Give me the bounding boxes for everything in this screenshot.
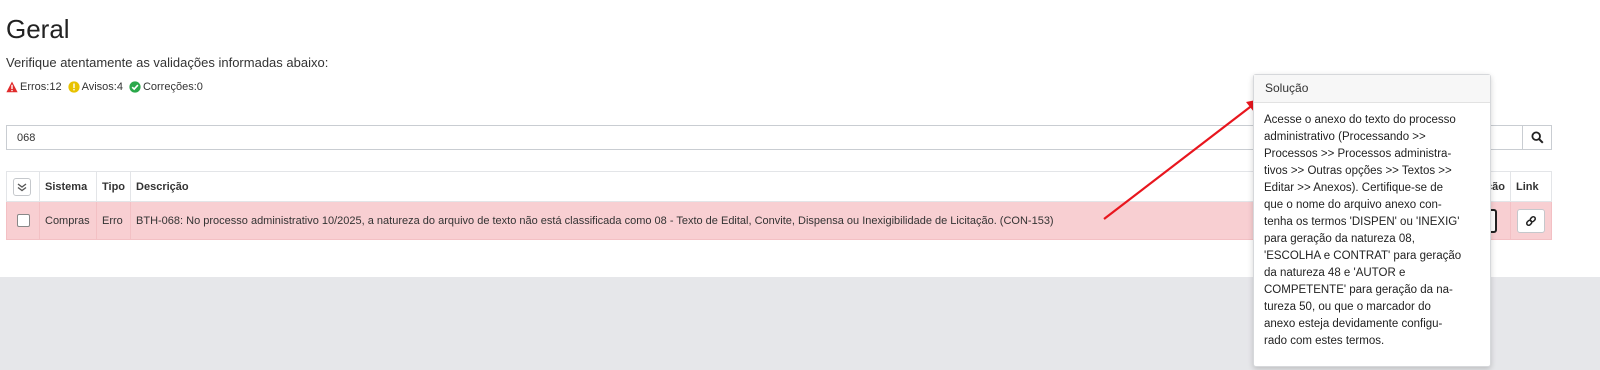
popover-line: tureza 50, ou que o marcador do <box>1264 301 1431 313</box>
row-select-cell <box>6 201 40 240</box>
corrections-stat: Correções:0 <box>129 81 203 93</box>
popover-line: que o nome do arquivo anexo con- <box>1264 199 1442 211</box>
select-all-button[interactable] <box>13 177 31 196</box>
row-link-cell <box>1510 201 1552 240</box>
row-type: Erro <box>95 201 132 240</box>
popover-line: tivos >> Outras opções >> Textos >> <box>1264 165 1452 177</box>
validation-summary: Erros:12 Avisos:4 Correções:0 <box>6 81 203 93</box>
select-all-header <box>6 171 40 202</box>
popover-line: rado com estes termos. <box>1264 335 1385 347</box>
header-link: Link <box>1510 171 1552 202</box>
popover-line: Processos >> Processos administra- <box>1264 148 1452 160</box>
popover-line: para geração da natureza 08, <box>1264 233 1415 245</box>
popover-line: Acesse o anexo do texto do processo <box>1264 114 1456 126</box>
search-button[interactable] <box>1522 126 1551 149</box>
errors-stat: Erros:12 <box>6 81 62 93</box>
link-icon <box>1525 215 1537 226</box>
popover-title: Solução <box>1254 75 1490 103</box>
double-check-icon <box>17 182 27 191</box>
page-subtitle: Verifique atentamente as validações info… <box>6 55 329 70</box>
row-checkbox[interactable] <box>16 214 30 227</box>
popover-line: Editar >> Anexos). Certifique-se de <box>1264 182 1443 194</box>
corrections-count: Correções:0 <box>142 81 203 93</box>
popover-body: Acesse o anexo do texto do processo admi… <box>1254 103 1490 356</box>
header-system[interactable]: Sistema <box>39 171 97 202</box>
popover-line: tenha os termos 'DISPEN' ou 'INEXIG' <box>1264 216 1460 228</box>
warnings-stat: Avisos:4 <box>67 81 123 93</box>
row-system: Compras <box>39 201 97 240</box>
popover-line: administrativo (Processando >> <box>1264 131 1426 143</box>
solution-popover: Solução Acesse o anexo do texto do proce… <box>1253 74 1491 367</box>
warning-triangle-icon <box>6 81 18 93</box>
popover-line: 'ESCOLHA e CONTRAT' para geração <box>1264 250 1462 262</box>
popover-line: anexo esteja devidamente configu- <box>1264 318 1443 330</box>
errors-count: Erros:12 <box>20 81 62 93</box>
header-type[interactable]: Tipo <box>95 171 132 202</box>
page-title: Geral <box>6 14 70 44</box>
link-button[interactable] <box>1517 208 1545 233</box>
popover-line: COMPETENTE' para geração da na- <box>1264 284 1453 296</box>
popover-line: da natureza 48 e 'AUTOR e <box>1264 267 1406 279</box>
check-circle-icon <box>129 81 141 93</box>
search-icon <box>1530 131 1544 144</box>
warnings-count: Avisos:4 <box>81 81 123 93</box>
exclamation-circle-icon <box>67 81 80 93</box>
